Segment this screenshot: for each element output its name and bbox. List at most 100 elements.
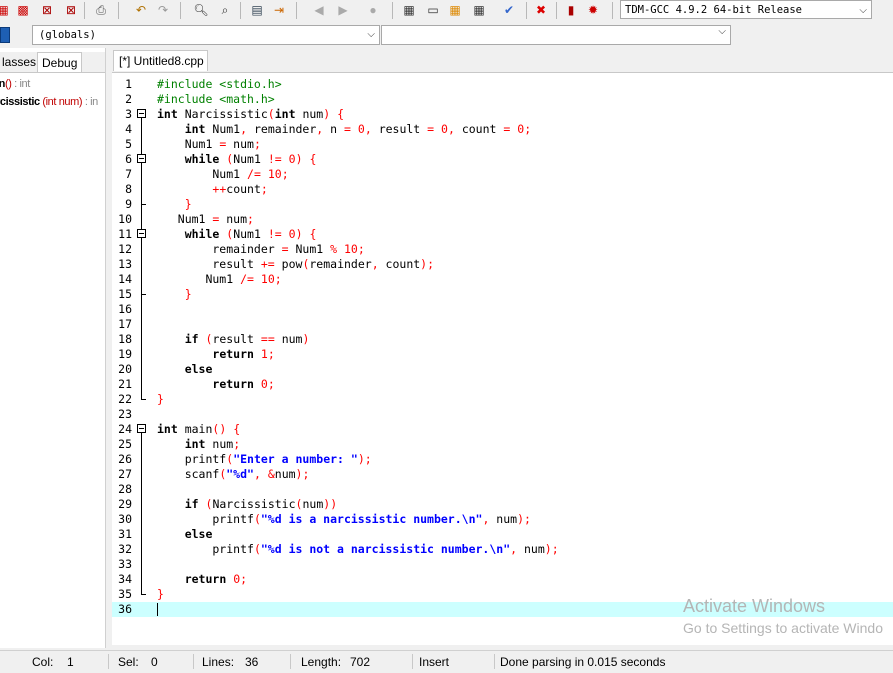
code-text: printf("%d is a narcissistic number.\n",…: [157, 512, 531, 526]
chart-icon[interactable]: ▮: [562, 1, 580, 19]
tree-item-narcissistic[interactable]: rcissistic (int num) : in: [0, 96, 98, 108]
line-number: 6: [125, 152, 132, 166]
code-text: result += pow(remainder, count);: [157, 257, 435, 271]
fold-end-marker: [141, 294, 146, 295]
code-line[interactable]: 30 printf("%d is a narcissistic number.\…: [112, 512, 893, 527]
print-icon[interactable]: ⎙: [92, 1, 110, 19]
line-number: 26: [118, 452, 132, 466]
code-line[interactable]: 25 int num;: [112, 437, 893, 452]
line-number: 20: [118, 362, 132, 376]
back-icon[interactable]: ◀: [310, 1, 328, 19]
code-line[interactable]: 16: [112, 302, 893, 317]
code-line[interactable]: 27 scanf("%d", &num);: [112, 467, 893, 482]
code-line[interactable]: 18 if (result == num): [112, 332, 893, 347]
fold-toggle-icon[interactable]: [137, 154, 146, 163]
fold-toggle-icon[interactable]: [137, 109, 146, 118]
code-text: int Narcissistic(int num) {: [157, 107, 345, 121]
fold-guide: [141, 238, 142, 294]
code-line[interactable]: 26 printf("Enter a number: ");: [112, 452, 893, 467]
tab-classes[interactable]: lasses: [0, 52, 36, 72]
code-line[interactable]: 32 printf("%d is not a narcissistic numb…: [112, 542, 893, 557]
line-number: 10: [118, 212, 132, 226]
compile-icon[interactable]: ▦: [400, 1, 418, 19]
stop-icon[interactable]: ✖: [532, 1, 550, 19]
code-line[interactable]: 9 }: [112, 197, 893, 212]
line-number: 2: [125, 92, 132, 106]
code-line[interactable]: 24 int main() {: [112, 422, 893, 437]
code-line[interactable]: 12 remainder = Num1 % 10;: [112, 242, 893, 257]
tree-item-main[interactable]: in() : int: [0, 78, 30, 90]
line-number: 17: [118, 317, 132, 331]
code-text: remainder = Num1 % 10;: [157, 242, 365, 256]
code-line[interactable]: 3 int Narcissistic(int num) {: [112, 107, 893, 122]
code-line[interactable]: 8 ++count;: [112, 182, 893, 197]
status-lines-value: 36: [245, 655, 259, 669]
check-icon[interactable]: ✔: [500, 1, 518, 19]
goto-icon[interactable]: ▤: [248, 1, 266, 19]
replace-icon[interactable]: ⌕: [216, 1, 234, 19]
code-text: Num1 /= 10;: [157, 272, 282, 286]
line-number: 30: [118, 512, 132, 526]
toggle-bookmark-icon[interactable]: ●: [364, 1, 382, 19]
close-all-icon[interactable]: ⊠: [62, 1, 80, 19]
code-line[interactable]: 14 Num1 /= 10;: [112, 272, 893, 287]
fold-toggle-icon[interactable]: [137, 229, 146, 238]
line-number: 16: [118, 302, 132, 316]
code-text: return 0;: [184, 572, 248, 586]
code-text: int num;: [184, 437, 241, 451]
line-number: 31: [118, 527, 132, 541]
code-line[interactable]: 17: [112, 317, 893, 332]
code-line[interactable]: 29 if (Narcissistic(num)): [112, 497, 893, 512]
run-icon[interactable]: ▭: [424, 1, 442, 19]
rebuild-icon[interactable]: ▦: [470, 1, 488, 19]
code-line[interactable]: 22}: [112, 392, 893, 407]
code-line[interactable]: 7 Num1 /= 10;: [112, 167, 893, 182]
code-line[interactable]: 2 #include <math.h>: [112, 92, 893, 107]
save-all-icon[interactable]: ⊠: [38, 1, 56, 19]
member-select[interactable]: ⌵: [381, 25, 731, 45]
redo-icon[interactable]: ↷: [154, 1, 172, 19]
code-line[interactable]: 11 while (Num1 != 0) {: [112, 227, 893, 242]
line-number: 18: [118, 332, 132, 346]
scope-select-value: (globals): [39, 29, 96, 41]
fold-toggle-icon[interactable]: [137, 424, 146, 433]
code-editor[interactable]: 1 #include <stdio.h> 2 #include <math.h> 3 in…: [112, 72, 893, 645]
editor-tab-label: [*] Untitled8.cpp: [119, 54, 204, 68]
code-line[interactable]: 6 while (Num1 != 0) {: [112, 152, 893, 167]
profile-delete-icon[interactable]: ✹: [584, 1, 602, 19]
find-icon[interactable]: 🔍︎: [192, 1, 210, 19]
code-text: scanf("%d", &num);: [157, 467, 310, 481]
class-browser-icon[interactable]: [0, 27, 10, 43]
code-line[interactable]: 34 return 0;: [112, 572, 893, 587]
fold-guide: [141, 433, 142, 594]
code-line[interactable]: 23: [112, 407, 893, 422]
code-text: Num1 = num;: [157, 212, 254, 226]
code-line[interactable]: 4 int Num1, remainder, n = 0, result = 0…: [112, 122, 893, 137]
scope-select[interactable]: (globals) ⌵: [32, 25, 380, 45]
code-line[interactable]: 19 return 1;: [112, 347, 893, 362]
code-line[interactable]: 10 Num1 = num;: [112, 212, 893, 227]
close-icon[interactable]: ▦: [0, 1, 12, 19]
code-line[interactable]: 21 return 0;: [112, 377, 893, 392]
code-line[interactable]: 1 #include <stdio.h>: [112, 77, 893, 92]
compiler-select[interactable]: TDM-GCC 4.9.2 64-bit Release ⌵: [620, 0, 872, 19]
line-number: 22: [118, 392, 132, 406]
undo-icon[interactable]: ↶: [132, 1, 150, 19]
code-line[interactable]: 31 else: [112, 527, 893, 542]
save-icon[interactable]: ▩: [14, 1, 32, 19]
fold-end-marker: [141, 594, 146, 595]
indent-icon[interactable]: ⇥: [270, 1, 288, 19]
fold-guide: [141, 163, 142, 204]
compile-run-icon[interactable]: ▦: [446, 1, 464, 19]
compiler-select-value: TDM-GCC 4.9.2 64-bit Release: [625, 4, 803, 16]
code-line[interactable]: 33: [112, 557, 893, 572]
tab-debug[interactable]: Debug: [37, 52, 82, 72]
code-line[interactable]: 5 Num1 = num;: [112, 137, 893, 152]
status-message: Done parsing in 0.015 seconds: [500, 655, 666, 669]
code-line[interactable]: 15 }: [112, 287, 893, 302]
code-line[interactable]: 13 result += pow(remainder, count);: [112, 257, 893, 272]
editor-tab-untitled8[interactable]: [*] Untitled8.cpp: [113, 50, 208, 71]
code-line[interactable]: 28: [112, 482, 893, 497]
code-line[interactable]: 20 else: [112, 362, 893, 377]
forward-icon[interactable]: ▶: [334, 1, 352, 19]
